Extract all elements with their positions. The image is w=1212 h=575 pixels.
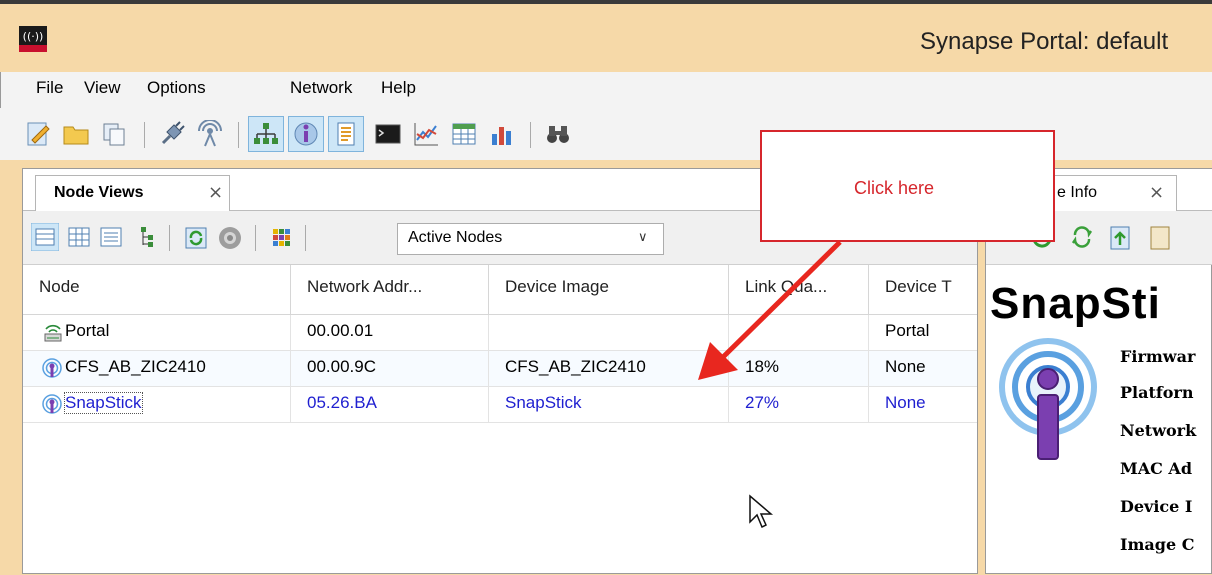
copy-icon[interactable] [100,120,128,148]
callout-arrow [698,240,842,380]
click-here-callout: Click here [760,130,1055,242]
cell-node: SnapStick [23,387,291,423]
node-info-title: SnapSti [990,279,1161,328]
cell-device-type: None [885,393,926,412]
connect-plug-icon[interactable] [158,120,186,148]
cell-network-address: 00.00.01 [291,315,489,351]
column-header-device-type[interactable]: Device T [869,265,977,315]
window-title: Synapse Portal: default [920,28,1169,55]
chevron-down-icon: ∨ [638,230,648,245]
upload-doc-icon[interactable] [1108,223,1134,251]
list-view-icon[interactable] [99,225,123,249]
menu-view[interactable]: View [84,78,121,98]
cell-network-address: 00.00.9C [291,351,489,387]
field-device-image: Device I [1120,497,1193,516]
node-name: Portal [65,321,110,340]
data-table-icon[interactable] [450,120,478,148]
sync-icon[interactable] [1070,225,1094,249]
toolbar-separator [144,122,145,148]
field-mac-address: MAC Ad [1120,459,1193,478]
node-name: CFS_AB_ZIC2410 [65,357,206,376]
toolbar-separator [530,122,531,148]
script-list-icon[interactable] [332,120,360,148]
new-doc-icon[interactable] [24,120,52,148]
binoculars-icon[interactable] [544,120,572,148]
tab-node-views[interactable]: Node Views × [35,175,230,211]
cell-node: Portal [23,315,291,351]
node-name: SnapStick [64,392,143,414]
detail-view-icon[interactable] [31,223,59,251]
color-grid-icon[interactable] [269,225,293,249]
column-header-network-address[interactable]: Network Addr... [291,265,489,315]
tab-node-info[interactable]: e Info × [1052,175,1177,211]
node-filter-value: Active Nodes [408,229,503,246]
cell-device-type: None [885,357,926,376]
mouse-cursor-icon [749,494,774,529]
tab-label: e Info [1057,184,1098,201]
close-icon[interactable]: × [1149,182,1164,203]
broadcast-icon[interactable] [196,120,224,148]
svg-text:((·)): ((·)) [23,30,44,43]
node-views-icon[interactable] [252,120,280,148]
snapstick-device-icon [999,338,1097,460]
node-filter-select[interactable]: Active Nodes ∨ [397,223,664,255]
toolbar-separator [238,122,239,148]
toolbar-separator [305,225,306,251]
menu-bar: File View Options Network Help [0,72,1212,108]
cell-device-image: SnapStick [489,387,729,423]
disabled-node-icon[interactable] [217,225,243,251]
title-bar: ((·)) Synapse Portal: default [0,0,1212,72]
cell-device-type: Portal [885,321,930,340]
menu-network[interactable]: Network [290,78,352,98]
menu-file[interactable]: File [36,78,63,98]
field-image-crc: Image C [1120,535,1195,554]
menu-help[interactable]: Help [381,78,416,98]
menu-options[interactable]: Options [147,78,206,98]
portal-icon [44,324,62,342]
tree-view-icon[interactable] [133,225,157,249]
field-platform: Platforn [1120,383,1194,402]
tab-label: Node Views [54,184,144,201]
terminal-icon[interactable] [374,120,402,148]
callout-text: Click here [854,178,935,198]
refresh-nodes-icon[interactable] [183,225,209,251]
node-info-icon[interactable] [292,120,320,148]
column-header-node[interactable]: Node [23,265,291,315]
grid-view-icon[interactable] [67,225,91,249]
open-folder-icon[interactable] [62,120,90,148]
cell-node: CFS_AB_ZIC2410 [23,351,291,387]
line-chart-icon[interactable] [412,120,440,148]
close-icon[interactable]: × [208,182,223,203]
field-firmware: Firmwar [1120,347,1196,366]
toolbar-separator [255,225,256,251]
cell-network-address: 05.26.BA [291,387,489,423]
field-network: Network [1120,421,1197,440]
toolbar-separator [169,225,170,251]
bar-chart-icon[interactable] [488,120,516,148]
table-row[interactable]: SnapStick 05.26.BA SnapStick 27% None [23,387,977,423]
app-icon: ((·)) [19,26,47,52]
wireless-node-icon [42,394,62,414]
document-icon[interactable] [1148,223,1174,251]
wireless-node-icon [42,358,62,378]
cell-link-quality: 27% [729,387,869,423]
